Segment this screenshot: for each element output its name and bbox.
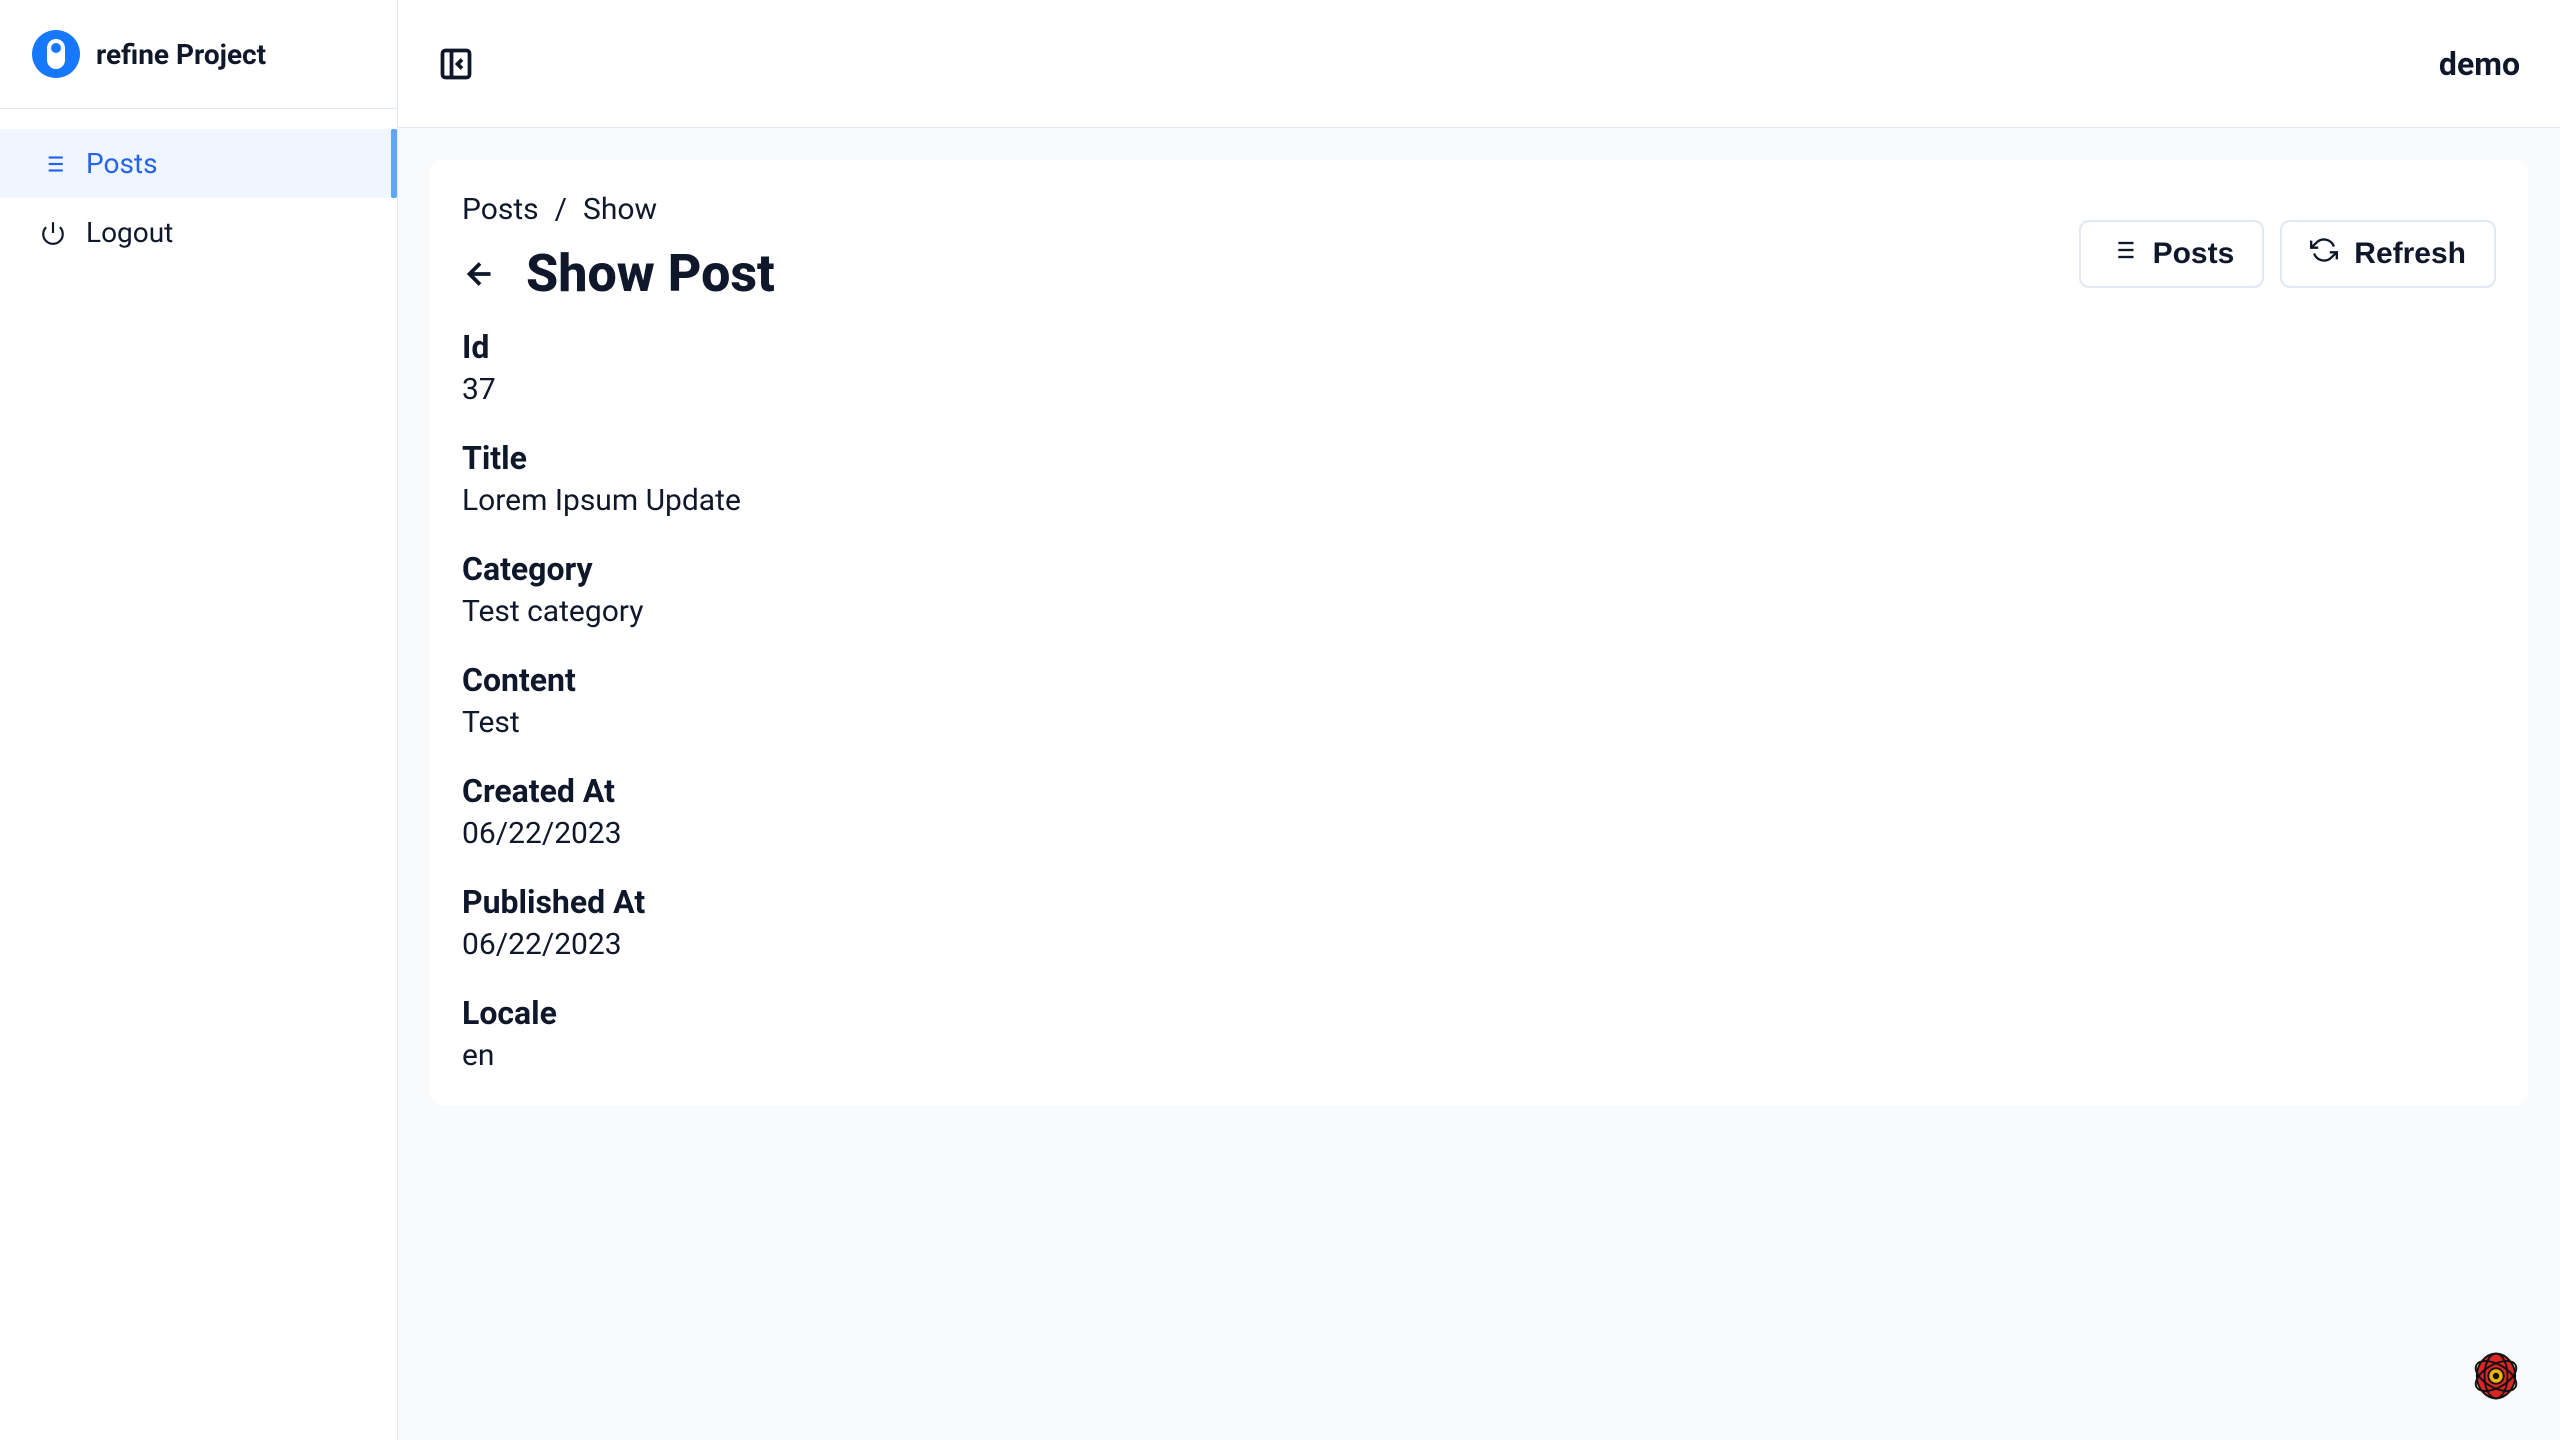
list-icon [40, 151, 66, 177]
field-label: Locale [462, 994, 2496, 1032]
breadcrumb-root[interactable]: Posts [462, 192, 539, 227]
card-header: Posts / Show Show Post [462, 192, 2496, 304]
topbar: demo [398, 0, 2560, 128]
show-card: Posts / Show Show Post [430, 160, 2528, 1105]
field-label: Created At [462, 772, 2496, 810]
sidebar-nav: Posts Logout [0, 109, 397, 267]
field-locale: Locale en [462, 994, 2496, 1073]
refresh-icon [2310, 236, 2338, 272]
sidebar: refine Project Posts [0, 0, 398, 1440]
main-area: demo Posts / Show [398, 0, 2560, 1440]
field-label: Id [462, 328, 2496, 366]
field-value: Test [462, 705, 2496, 740]
refine-logo-icon [32, 30, 80, 78]
refresh-button[interactable]: Refresh [2280, 220, 2496, 288]
sidebar-collapse-button[interactable] [438, 46, 474, 82]
breadcrumb-current: Show [583, 192, 657, 227]
page-title: Show Post [526, 243, 775, 304]
sidebar-item-logout[interactable]: Logout [0, 198, 397, 267]
field-created-at: Created At 06/22/2023 [462, 772, 2496, 851]
field-value: en [462, 1038, 2496, 1073]
power-icon [40, 220, 66, 246]
sidebar-header: refine Project [0, 0, 397, 109]
field-label: Title [462, 439, 2496, 477]
breadcrumb: Posts / Show [462, 192, 775, 227]
field-content: Content Test [462, 661, 2496, 740]
field-label: Category [462, 550, 2496, 588]
field-value: 06/22/2023 [462, 927, 2496, 962]
content: Posts / Show Show Post [398, 128, 2560, 1440]
react-query-devtools-icon[interactable] [2464, 1344, 2528, 1408]
field-value: Test category [462, 594, 2496, 629]
field-id: Id 37 [462, 328, 2496, 407]
back-button[interactable] [462, 256, 498, 292]
sidebar-item-label: Logout [86, 216, 173, 249]
field-category: Category Test category [462, 550, 2496, 629]
field-value: 37 [462, 372, 2496, 407]
field-label: Published At [462, 883, 2496, 921]
sidebar-item-label: Posts [86, 147, 158, 180]
field-title: Title Lorem Ipsum Update [462, 439, 2496, 518]
breadcrumb-separator: / [555, 192, 567, 227]
posts-list-button[interactable]: Posts [2079, 220, 2265, 288]
sidebar-item-posts[interactable]: Posts [0, 129, 397, 198]
button-label: Posts [2153, 237, 2235, 271]
card-header-left: Posts / Show Show Post [462, 192, 775, 304]
card-actions: Posts Refresh [2079, 192, 2496, 288]
project-title: refine Project [96, 38, 266, 71]
field-value: 06/22/2023 [462, 816, 2496, 851]
title-row: Show Post [462, 243, 775, 304]
field-published-at: Published At 06/22/2023 [462, 883, 2496, 962]
user-label: demo [2439, 45, 2520, 83]
list-icon [2109, 236, 2137, 272]
field-value: Lorem Ipsum Update [462, 483, 2496, 518]
field-label: Content [462, 661, 2496, 699]
button-label: Refresh [2354, 237, 2466, 271]
